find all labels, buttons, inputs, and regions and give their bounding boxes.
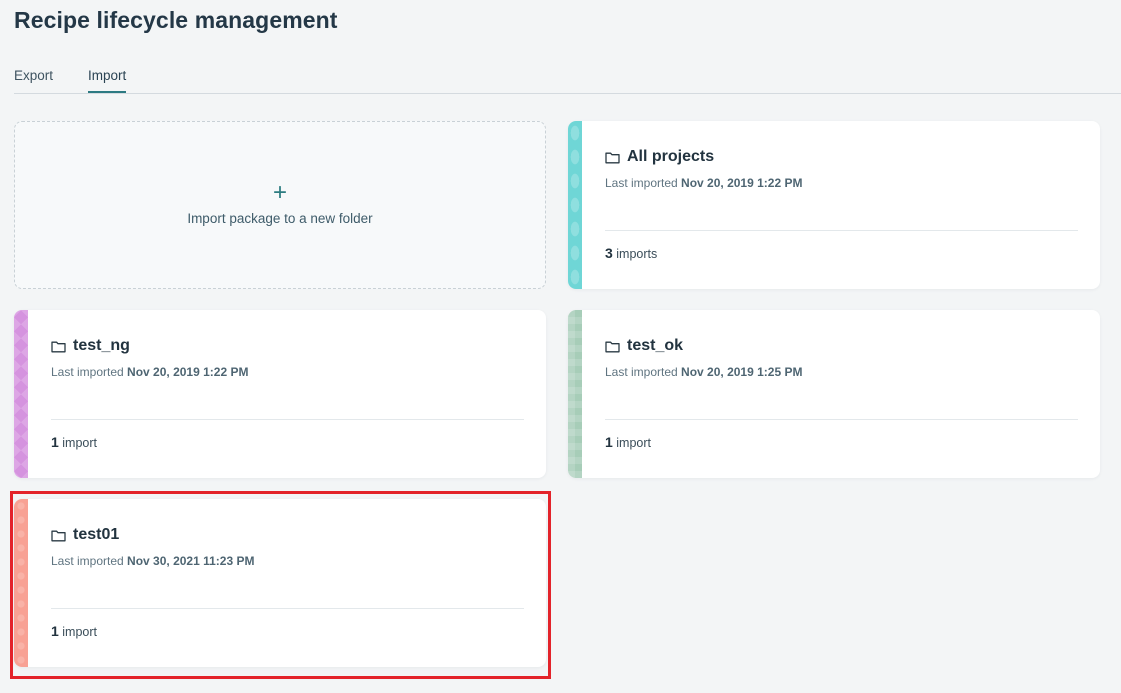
card-divider (605, 230, 1078, 231)
folder-card-test01[interactable]: test01 Last imported Nov 30, 2021 11:23 … (14, 499, 546, 667)
import-count-unit: import (62, 625, 98, 639)
last-imported-date: Nov 20, 2019 1:22 PM (127, 365, 249, 379)
import-new-folder-label: Import package to a new folder (187, 210, 373, 226)
import-count-number: 3 (605, 245, 613, 261)
folder-icon (51, 530, 66, 541)
import-count: 1 import (605, 434, 651, 450)
folder-name: test_ok (627, 337, 684, 354)
card-color-stripe (568, 121, 582, 289)
import-count: 3 imports (605, 245, 657, 261)
folder-name: All projects (627, 148, 715, 165)
import-count-number: 1 (51, 623, 59, 639)
last-imported-label: Last imported (51, 554, 124, 568)
card-color-stripe (14, 499, 28, 667)
last-imported-text: Last imported Nov 30, 2021 11:23 PM (51, 554, 254, 568)
card-divider (605, 419, 1078, 420)
last-imported-text: Last imported Nov 20, 2019 1:25 PM (605, 365, 802, 379)
plus-icon: + (272, 178, 287, 206)
last-imported-label: Last imported (605, 176, 678, 190)
import-count-number: 1 (51, 434, 59, 450)
last-imported-date: Nov 20, 2019 1:25 PM (681, 365, 803, 379)
card-color-stripe (568, 310, 582, 478)
last-imported-label: Last imported (51, 365, 124, 379)
folder-icon (605, 341, 620, 352)
folder-name: test_ng (73, 337, 130, 354)
last-imported-text: Last imported Nov 20, 2019 1:22 PM (605, 176, 802, 190)
folder-card-test-ng[interactable]: test_ng Last imported Nov 20, 2019 1:22 … (14, 310, 546, 478)
import-count-number: 1 (605, 434, 613, 450)
tab-import[interactable]: Import (88, 68, 127, 93)
folder-icon (605, 152, 620, 163)
page: Recipe lifecycle management Export Impor… (0, 0, 1121, 693)
import-count-unit: import (62, 436, 98, 450)
import-count-unit: imports (616, 247, 658, 261)
import-count-unit: import (616, 436, 652, 450)
card-divider (51, 419, 524, 420)
folder-card-all-projects[interactable]: All projects Last imported Nov 20, 2019 … (568, 121, 1100, 289)
folder-name: test01 (73, 526, 120, 543)
tab-export[interactable]: Export (14, 68, 53, 91)
tab-bar: Export Import (14, 68, 1121, 94)
last-imported-label: Last imported (605, 365, 678, 379)
folder-card-test-ok[interactable]: test_ok Last imported Nov 20, 2019 1:25 … (568, 310, 1100, 478)
card-color-stripe (14, 310, 28, 478)
last-imported-date: Nov 30, 2021 11:23 PM (127, 554, 255, 568)
last-imported-text: Last imported Nov 20, 2019 1:22 PM (51, 365, 248, 379)
import-new-folder-card[interactable]: + Import package to a new folder (14, 121, 546, 289)
folder-icon (51, 341, 66, 352)
import-count: 1 import (51, 434, 97, 450)
last-imported-date: Nov 20, 2019 1:22 PM (681, 176, 803, 190)
import-count: 1 import (51, 623, 97, 639)
page-title: Recipe lifecycle management (14, 7, 338, 33)
card-divider (51, 608, 524, 609)
